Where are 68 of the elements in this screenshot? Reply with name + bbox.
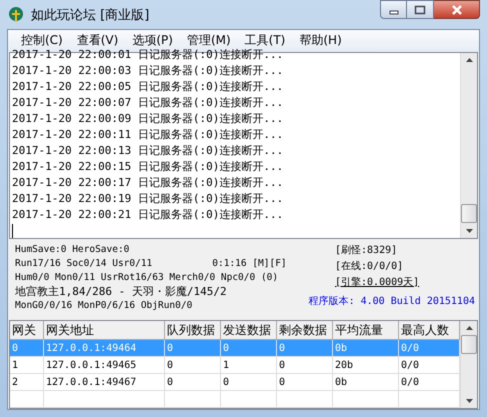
status-text: Hum0/0 Mon0/11 UsrRot16/63 Merch0/0 Npc0/0 (0) [15,270,278,285]
table-cell: 0 [10,340,44,357]
table-cell: 0 [221,340,277,357]
log-line: 2017-1-20 22:00:15 日记服务器(:0)连接断开... [12,158,284,175]
log-line: 2017-1-20 22:00:19 日记服务器(:0)连接断开... [12,190,284,207]
empty-cell [165,391,221,408]
scroll-thumb[interactable] [461,204,477,223]
empty-cell [333,391,399,408]
scroll-down-icon[interactable] [464,228,474,234]
table-cell: 127.0.0.1:49467 [44,374,165,391]
table-row[interactable]: 2 127.0.0.1:49467 0 0 0 0b 0/0 [10,374,460,391]
close-button[interactable] [434,0,480,19]
scrollbar[interactable] [460,52,477,238]
log-line: 2017-1-20 22:00:07 日记服务器(:0)连接断开... [12,94,284,111]
log-line: 2017-1-20 22:00:11 日记服务器(:0)连接断开... [12,126,284,143]
table-cell: 0 [277,374,333,391]
log-line: 2017-1-20 22:00:09 日记服务器(:0)连接断开... [12,110,284,127]
scroll-up-icon[interactable] [464,325,474,331]
table-cell: 20b [333,357,399,374]
scroll-up-icon[interactable] [464,56,474,63]
table-cell: 0 [277,357,333,374]
table-cell: 127.0.0.1:49465 [44,357,165,374]
status-text: Run17/16 Soc0/14 Usr0/11 [15,256,152,271]
menu-item[interactable]: 控制(C) [14,32,70,50]
close-icon [450,4,464,16]
engine-time: [引擎:0.0009天] [334,276,420,290]
empty-cell [277,391,333,408]
log-line: 2017-1-20 22:00:05 日记服务器(:0)连接断开... [12,78,284,95]
online-count: [在线:0/0/0] [334,260,404,274]
status-text: HumSave:0 HeroSave:0 [15,242,130,257]
table-cell: 0 [165,340,221,357]
table-cell: 0 [221,374,277,391]
scroll-down-icon[interactable] [464,398,474,404]
menu-item[interactable]: 工具(T) [238,32,292,50]
log-line: 2017-1-20 22:00:01 日记服务器(:0)连接断开... [12,46,284,63]
empty-cell [221,391,277,408]
scroll-thumb[interactable] [461,335,477,354]
table-cell: 0b [333,374,399,391]
uptime-text: 0:1:16 [M][F] [212,256,287,271]
minimize-button[interactable] [380,0,407,19]
status-text: MonG0/0/16 MonP0/6/16 ObjRun0/0 [15,298,192,313]
text-cursor [12,224,13,238]
table-cell: 1 [221,357,277,374]
version-text: 程序版本: 4.00 Build 20151104 [308,294,475,308]
menu-item[interactable]: 选项(P) [125,32,180,50]
app-icon [7,6,25,24]
menu-item[interactable]: 帮助(H) [292,32,349,50]
refresh-count: [刷怪:8329] [334,244,398,258]
log-line: 2017-1-20 22:00:03 日记服务器(:0)连接断开... [12,62,284,79]
menu-item[interactable]: 管理(M) [180,32,238,50]
log-line: 2017-1-20 22:00:17 日记服务器(:0)连接断开... [12,174,284,191]
table-cell: 0 [277,340,333,357]
table-cell: 1 [10,357,44,374]
log-line: 2017-1-20 22:00:21 日记服务器(:0)连接断开... [12,206,284,223]
table-cell: 127.0.0.1:49464 [44,340,165,357]
table-cell: 0 [165,374,221,391]
table-cell: 0b [333,340,399,357]
maximize-button[interactable] [407,0,434,19]
table-cell: 0 [165,357,221,374]
scrollbar[interactable] [460,321,477,408]
maximize-icon [414,4,426,14]
menu-item[interactable]: 查看(V) [70,32,126,50]
empty-cell [10,391,44,408]
status-text: 地宫教主1,84/286 - 天羽・影魔/145/2 [15,284,227,299]
log-line: 2017-1-20 22:00:13 日记服务器(:0)连接断开... [12,142,284,159]
table-row[interactable]: 1 127.0.0.1:49465 0 1 0 20b 0/0 [10,357,460,374]
window-title: 如此玩论坛 [商业版] [31,6,150,24]
table-cell: 2 [10,374,44,391]
